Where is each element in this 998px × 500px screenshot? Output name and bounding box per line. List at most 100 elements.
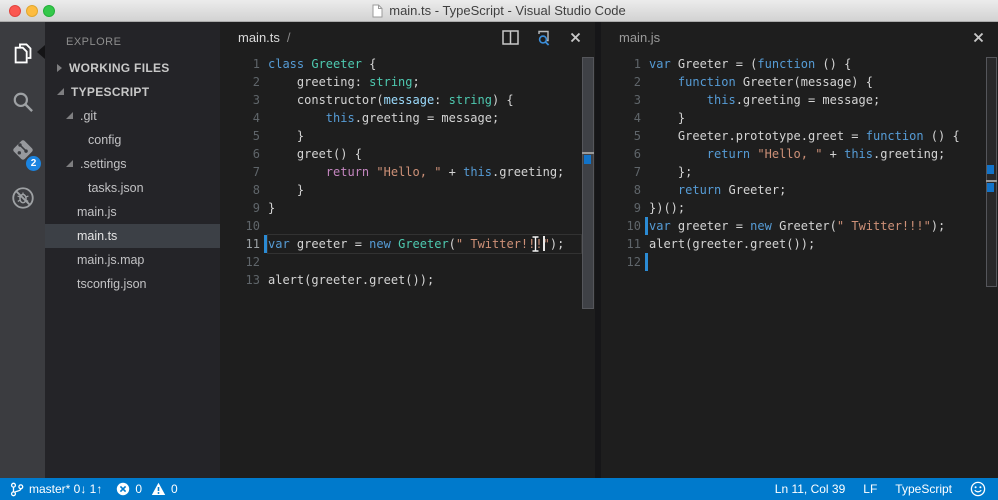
git-branch-icon (10, 482, 24, 496)
smiley-icon (970, 481, 986, 497)
language-mode[interactable]: TypeScript (895, 482, 952, 496)
chevron-expanded-icon (66, 111, 73, 119)
item-label: tasks.json (88, 181, 144, 195)
line-number: 1 (252, 57, 260, 71)
minimize-window-button[interactable] (26, 5, 38, 17)
code-line[interactable]: 2 greeting: string; (220, 73, 595, 91)
code-line[interactable]: 1 class Greeter { (220, 55, 595, 73)
close-icon (570, 32, 581, 43)
editor-pane-main-js: main.js 1 var Greeter = (function () {2 f… (601, 22, 998, 478)
code-editor[interactable]: 1 class Greeter {2 greeting: string; 3 con… (220, 53, 595, 289)
line-number: 10 (245, 219, 260, 233)
code-line[interactable]: 1 var Greeter = (function () { (601, 55, 998, 73)
editor-header: main.ts / (220, 22, 595, 53)
activity-bar: 2 (0, 22, 45, 478)
line-number: 12 (245, 255, 260, 269)
sidebar-item-config[interactable]: config (45, 128, 220, 152)
item-label: main.js (77, 205, 117, 219)
activity-item-search[interactable] (0, 78, 45, 126)
split-editor-button[interactable] (502, 30, 519, 45)
code-line[interactable]: 12 (220, 253, 595, 271)
zoom-window-button[interactable] (43, 5, 55, 17)
code-line[interactable]: 7 }; (601, 163, 998, 181)
line-number: 2 (633, 75, 641, 89)
item-label: TYPESCRIPT (71, 85, 150, 99)
sidebar-section-working-files[interactable]: WORKING FILES (45, 56, 220, 80)
code-line[interactable]: 4 this.greeting = message; (220, 109, 595, 127)
code-line[interactable]: 13 alert(greeter.greet()); (220, 271, 595, 289)
sidebar-section-typescript[interactable]: TYPESCRIPT (45, 80, 220, 104)
document-proxy-icon (372, 4, 383, 17)
file-tree: WORKING FILES TYPESCRIPT .git config .settin… (45, 56, 220, 296)
code-line[interactable]: 9})(); (601, 199, 998, 217)
code-line[interactable]: 5 Greeter.prototype.greet = function () … (601, 127, 998, 145)
line-number: 1 (633, 57, 641, 71)
editor-scrollbar[interactable] (582, 55, 594, 478)
errors-icon (117, 482, 130, 496)
close-icon (973, 32, 984, 43)
sidebar-item-tasks-json[interactable]: tasks.json (45, 176, 220, 200)
code-line[interactable]: 10 var greeter = new Greeter(" Twitter!!!… (601, 217, 998, 235)
cursor-position[interactable]: Ln 11, Col 39 (775, 482, 846, 496)
code-line[interactable]: 11 alert(greeter.greet()); (601, 235, 998, 253)
editor-title[interactable]: main.js (619, 30, 660, 45)
sidebar-item-settings[interactable]: .settings (45, 152, 220, 176)
sidebar-item-main-js-map[interactable]: main.js.map (45, 248, 220, 272)
line-number: 8 (252, 183, 260, 197)
code-line[interactable]: 5 } (220, 127, 595, 145)
code-line[interactable]: 10 (220, 217, 595, 235)
editor-scrollbar[interactable] (986, 55, 997, 478)
code-line[interactable]: 7 return "Hello, " + this.greeting; (220, 163, 595, 181)
editor-title-suffix: / (286, 30, 291, 45)
close-editor-button[interactable] (973, 32, 984, 43)
files-icon (14, 43, 31, 64)
line-number: 3 (252, 93, 260, 107)
activity-item-debug[interactable] (0, 174, 45, 222)
code-line[interactable]: 3 constructor(message: string) { (220, 91, 595, 109)
activity-item-git[interactable]: 2 (0, 126, 45, 174)
code-line[interactable]: 8 return Greeter; (601, 181, 998, 199)
code-editor[interactable]: 1 var Greeter = (function () {2 function … (601, 53, 998, 271)
item-label: config (88, 133, 122, 147)
sidebar-title: EXPLORE (66, 36, 122, 48)
chevron-expanded-icon (66, 159, 73, 167)
code-line[interactable]: 6 return "Hello, " + this.greeting; (601, 145, 998, 163)
item-label: main.js.map (77, 253, 145, 267)
feedback-smiley[interactable] (970, 481, 986, 497)
line-number: 9 (252, 201, 260, 215)
code-line[interactable]: 8 } (220, 181, 595, 199)
problems-status[interactable]: 0 0 (116, 482, 181, 496)
vscode-window: main.ts - TypeScript - Visual Studio Cod… (0, 0, 998, 500)
sidebar-item-main-ts[interactable]: main.ts (45, 224, 220, 248)
item-label: main.ts (77, 229, 118, 243)
line-number: 5 (252, 129, 260, 143)
code-line[interactable]: 4 } (601, 109, 998, 127)
line-number: 2 (252, 75, 260, 89)
line-number: 13 (245, 273, 260, 287)
code-line[interactable]: 2 function Greeter(message) { (601, 73, 998, 91)
close-window-button[interactable] (9, 5, 21, 17)
code-line[interactable]: 12 (601, 253, 998, 271)
line-number: 8 (633, 183, 641, 197)
code-line[interactable]: 11 var greeter = new Greeter(" Twitter!!!… (220, 234, 595, 254)
line-number: 11 (626, 237, 641, 251)
editor-header: main.js (601, 22, 998, 53)
warning-count: 0 (171, 482, 178, 496)
active-view-wedge (37, 45, 45, 59)
code-line[interactable]: 6 greet() { (220, 145, 595, 163)
eol-indicator[interactable]: LF (863, 482, 877, 496)
sidebar-item-main-js[interactable]: main.js (45, 200, 220, 224)
item-label: tsconfig.json (77, 277, 147, 291)
item-label: .git (80, 109, 97, 123)
code-line[interactable]: 9} (220, 199, 595, 217)
code-line[interactable]: 3 this.greeting = message; (601, 91, 998, 109)
preview-search-icon (538, 30, 550, 46)
sidebar-item-git[interactable]: .git (45, 104, 220, 128)
sidebar-item-tsconfig-json[interactable]: tsconfig.json (45, 272, 220, 296)
line-number: 6 (633, 147, 641, 161)
warnings-icon (151, 482, 166, 495)
editor-title[interactable]: main.ts (238, 30, 280, 45)
git-branch-status[interactable]: master* 0↓ 1↑ (10, 482, 102, 497)
close-editor-button[interactable] (570, 32, 581, 43)
preview-search-button[interactable] (536, 30, 553, 46)
